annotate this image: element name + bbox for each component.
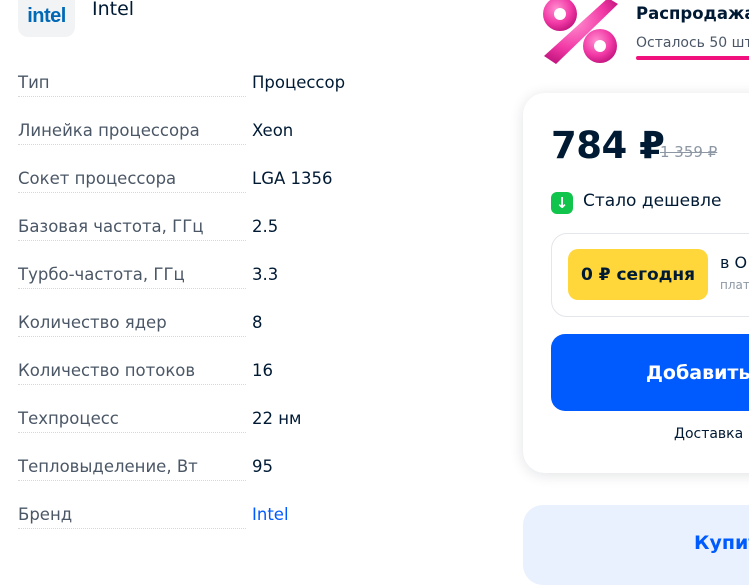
- spec-label: Сокет процессора: [18, 169, 179, 188]
- spec-value: 2.5: [252, 217, 279, 236]
- pay-today-badge: 0 ₽ сегодня: [568, 249, 708, 300]
- spec-value: 95: [252, 457, 273, 476]
- spec-label: Линейка процессора: [18, 121, 202, 140]
- spec-value: 16: [252, 361, 273, 380]
- brand-logo-text: intel: [27, 5, 66, 27]
- spec-row-process: Техпроцесс 22 нм: [18, 408, 458, 434]
- old-price: 1 359 ₽: [660, 143, 718, 161]
- brand-logo[interactable]: intel: [18, 0, 75, 37]
- spec-label: Количество потоков: [18, 361, 198, 380]
- installment-title: в О: [720, 253, 748, 272]
- spec-row-tdp: Тепловыделение, Вт 95: [18, 456, 458, 482]
- buy-now-label[interactable]: Купит: [694, 532, 749, 554]
- price-dropped-label: Стало дешевле: [583, 191, 722, 211]
- spec-value: 3.3: [252, 265, 279, 284]
- spec-label: Базовая частота, ГГц: [18, 217, 206, 236]
- spec-row-cores: Количество ядер 8: [18, 312, 458, 338]
- spec-row-type: Тип Процессор: [18, 72, 458, 98]
- spec-row-line: Линейка процессора Xeon: [18, 120, 458, 146]
- spec-value: 8: [252, 313, 263, 332]
- add-to-cart-button[interactable]: Добавить: [551, 334, 749, 411]
- spec-label: Тип: [18, 73, 52, 92]
- spec-row-threads: Количество потоков 16: [18, 360, 458, 386]
- spec-value: 22 нм: [252, 409, 302, 428]
- sale-title[interactable]: Распродажа: [636, 4, 749, 23]
- spec-row-base-freq: Базовая частота, ГГц 2.5: [18, 216, 458, 242]
- arrow-down-icon: ↓: [551, 192, 573, 214]
- spec-value: Процессор: [252, 73, 346, 92]
- spec-label: Тепловыделение, Вт: [18, 457, 200, 476]
- spec-label: Техпроцесс: [18, 409, 121, 428]
- spec-label: Турбо-частота, ГГц: [18, 265, 187, 284]
- spec-value: LGA 1356: [252, 169, 333, 188]
- sale-remaining: Осталось 50 шт: [636, 35, 749, 51]
- spec-value: Xeon: [252, 121, 294, 140]
- brand-name-link[interactable]: Intel: [92, 0, 134, 20]
- spec-row-socket: Сокет процессора LGA 1356: [18, 168, 458, 194]
- spec-label: Количество ядер: [18, 313, 169, 332]
- spec-brand-link[interactable]: Intel: [252, 505, 289, 524]
- spec-row-turbo-freq: Турбо-частота, ГГц 3.3: [18, 264, 458, 290]
- sale-progress-bar: [636, 56, 749, 60]
- spec-label: Бренд: [18, 505, 75, 524]
- delivery-info[interactable]: Доставка: [674, 426, 743, 442]
- spec-row-brand: Бренд Intel: [18, 504, 458, 530]
- current-price: 784 ₽: [551, 124, 665, 167]
- installment-subtitle: плат: [720, 278, 749, 292]
- sale-percent-icon[interactable]: [538, 0, 624, 66]
